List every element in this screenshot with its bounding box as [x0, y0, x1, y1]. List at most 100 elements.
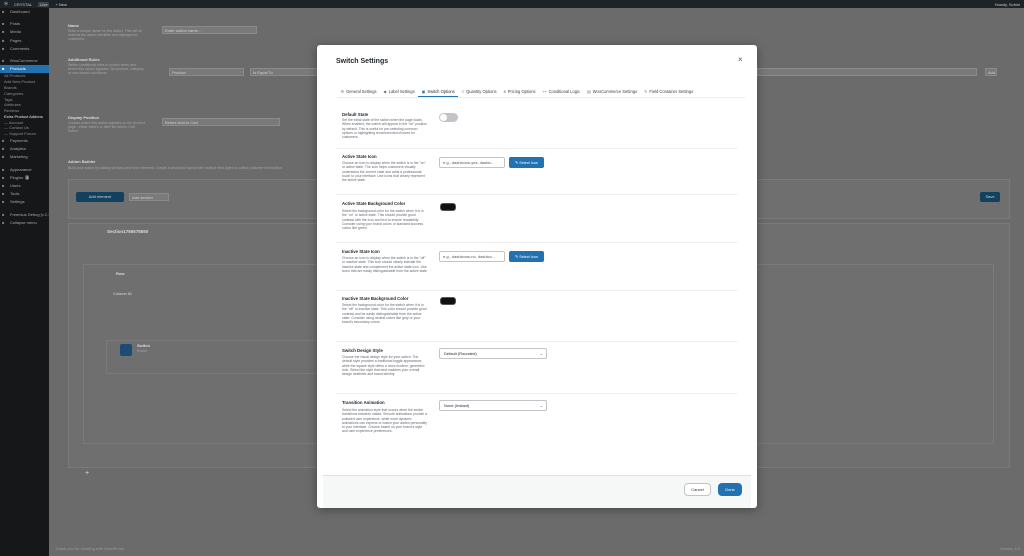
transition-title: Transition Animation [342, 400, 385, 405]
sidebar-item-label: Posts [10, 21, 21, 27]
chevron-down-icon: ⌄ [539, 351, 543, 356]
sidebar-item-users[interactable]: ■ Users [0, 182, 49, 190]
logic-icon: ⊶ [542, 89, 547, 94]
active-icon-desc: Choose an icon to display when the switc… [342, 161, 426, 183]
pin-icon: ■ [2, 21, 5, 27]
tab-label: Pricing Options [507, 89, 536, 94]
new-content-link[interactable]: + New [55, 2, 66, 7]
sidebar-item-label: Collapse menu [10, 219, 37, 225]
rules-title: Additional Rules [68, 57, 100, 62]
transition-select[interactable]: None (Instant) ⌄ [439, 400, 547, 411]
name-setting-title: Name [68, 23, 79, 28]
inactive-icon-input[interactable]: e.g., dashicons-no, dashico... [439, 251, 505, 262]
save-button[interactable]: Save [980, 192, 1000, 202]
cancel-button[interactable]: Cancel [684, 483, 711, 496]
chart-icon: ■ [2, 146, 5, 152]
tab-label: Field Container Settings [649, 89, 694, 94]
sidebar-item-label: Analytics [10, 146, 27, 152]
sidebar-item-label: Tools [10, 191, 20, 197]
rules-desc: Define conditional rules to control when… [68, 63, 145, 75]
rule-value-input[interactable] [757, 68, 977, 76]
done-button[interactable]: Done [718, 483, 742, 496]
position-select[interactable]: Before Add to Cart [162, 118, 280, 126]
switch-settings-modal: Switch Settings × ⚙ General Settings ◆ Labe… [317, 45, 757, 508]
palette-icon: ✎ [515, 161, 519, 165]
active-bg-color-swatch[interactable] [440, 203, 456, 211]
default-state-title: Default State [342, 112, 369, 117]
sidebar-item-freemius-debug-v-2-13-0[interactable]: ■ Freemius Debug [v.2.13.0] [0, 211, 49, 219]
tab-switch-options[interactable]: ▣ Switch Options [418, 86, 459, 97]
rule-operator-select[interactable]: Is Equal To [250, 68, 325, 76]
sidebar-subitem[interactable]: Extra Product Addons [0, 114, 49, 120]
admin-bar: Ⓦ CRYSTAL Live + New Howdy, Sohini [0, 0, 1024, 8]
tab-label: General Settings [346, 89, 377, 94]
inactive-select-icon-button[interactable]: ✎ Select Icon [509, 251, 544, 262]
inactive-bg-color-swatch[interactable] [440, 297, 456, 305]
name-setting-desc: Enter a unique name for this addon. This… [68, 29, 142, 41]
collapse-icon: ■ [2, 219, 5, 225]
tab-pricing-options[interactable]: $ Pricing Options [500, 86, 539, 97]
woo-icon: ■ [2, 57, 5, 63]
sidebar-item-label: Freemius Debug [v.2.13.0] [10, 211, 49, 217]
tab-conditional-logic[interactable]: ⊶ Conditional Logic [539, 86, 583, 97]
tab-general-settings[interactable]: ⚙ General Settings [337, 86, 380, 97]
divider [336, 290, 738, 291]
palette-icon: ✎ [515, 255, 519, 259]
inactive-bg-desc: Select the background color for the swit… [342, 303, 427, 325]
sidebar-item-settings[interactable]: ■ Settings [0, 198, 49, 206]
wordpress-logo-icon[interactable]: Ⓦ [4, 1, 8, 7]
tools-icon: ■ [2, 191, 5, 197]
inactive-icon-title: Inactive State Icon [342, 249, 380, 254]
rule-field-select[interactable]: Product [169, 68, 244, 76]
default-state-toggle[interactable] [439, 113, 458, 122]
megaphone-icon: ■ [2, 154, 5, 160]
inactive-icon-desc: Choose an icon to display when the switc… [342, 256, 428, 273]
sidebar-item-media[interactable]: ■ Media [0, 28, 49, 36]
switch-element-subtitle: Switch [137, 349, 148, 353]
sidebar-item-woocommerce[interactable]: ■ WooCommerce [0, 57, 49, 65]
site-name-link[interactable]: CRYSTAL [14, 2, 32, 7]
sidebar-item-dashboard[interactable]: ■ Dashboard [0, 8, 49, 16]
payment-icon: ■ [2, 138, 5, 144]
add-element-button[interactable]: Add element [76, 192, 124, 202]
design-style-select[interactable]: Default (Rounded) ⌄ [439, 348, 547, 359]
sidebar-item-analytics[interactable]: ■ Analytics [0, 145, 49, 153]
sidebar-item-posts[interactable]: ■ Posts [0, 20, 49, 28]
inactive-bg-title: Inactive State Background Color [342, 296, 409, 301]
update-count-badge: 3 [25, 174, 30, 180]
tab-woocommerce-settings[interactable]: ▤ WooCommerce Settings [583, 86, 640, 97]
add-section-plus-icon[interactable]: + [85, 470, 89, 477]
addon-name-input[interactable]: Enter addon name... [162, 26, 257, 34]
sidebar-item-plugins[interactable]: ■ Plugins 3 [0, 174, 49, 182]
sidebar-item-label: Marketing [10, 154, 28, 160]
active-icon-input[interactable]: e.g., dashicons-yes, dashic... [439, 157, 505, 168]
sidebar-item-payments[interactable]: ■ Payments [0, 137, 49, 145]
tab-field-container-settings[interactable]: ✎ Field Container Settings [641, 86, 697, 97]
design-style-desc: Choose the visual design style for your … [342, 355, 425, 377]
archive-icon: ■ [2, 66, 5, 72]
column-label: Column ID [113, 291, 132, 296]
tab-quantity-options[interactable]: ≡ Quantity Options [458, 86, 500, 97]
position-title: Display Position [68, 115, 100, 120]
settings-icon: ■ [2, 199, 5, 205]
tab-label-settings[interactable]: ◆ Label Settings [380, 86, 418, 97]
rule-add-button[interactable]: Add [985, 68, 997, 76]
sidebar-item-tools[interactable]: ■ Tools [0, 190, 49, 198]
sidebar-item-collapse-menu[interactable]: ■ Collapse menu [0, 219, 49, 227]
add-section-button[interactable]: Add section [129, 193, 169, 201]
active-select-icon-button[interactable]: ✎ Select Icon [509, 157, 544, 168]
close-icon[interactable]: × [738, 55, 743, 64]
settings-tabs: ⚙ General Settings ◆ Label Settings ▣ Switch … [337, 86, 745, 98]
sidebar-item-pages[interactable]: ■ Pages [0, 37, 49, 45]
plugin-icon: ■ [2, 174, 5, 180]
tab-label: Conditional Logic [548, 89, 580, 94]
sidebar-item-label: WooCommerce [10, 57, 38, 63]
howdy-user-link[interactable]: Howdy, Sohini [995, 2, 1020, 7]
page-icon: ■ [2, 37, 5, 43]
sidebar-item-marketing[interactable]: ■ Marketing [0, 153, 49, 161]
sidebar-item-products[interactable]: ■ Products [0, 65, 49, 74]
list-icon: ≡ [461, 89, 465, 94]
sidebar-item-comments[interactable]: ■ Comments [0, 45, 49, 53]
divider [336, 393, 738, 394]
sidebar-item-appearance[interactable]: ■ Appearance [0, 166, 49, 174]
